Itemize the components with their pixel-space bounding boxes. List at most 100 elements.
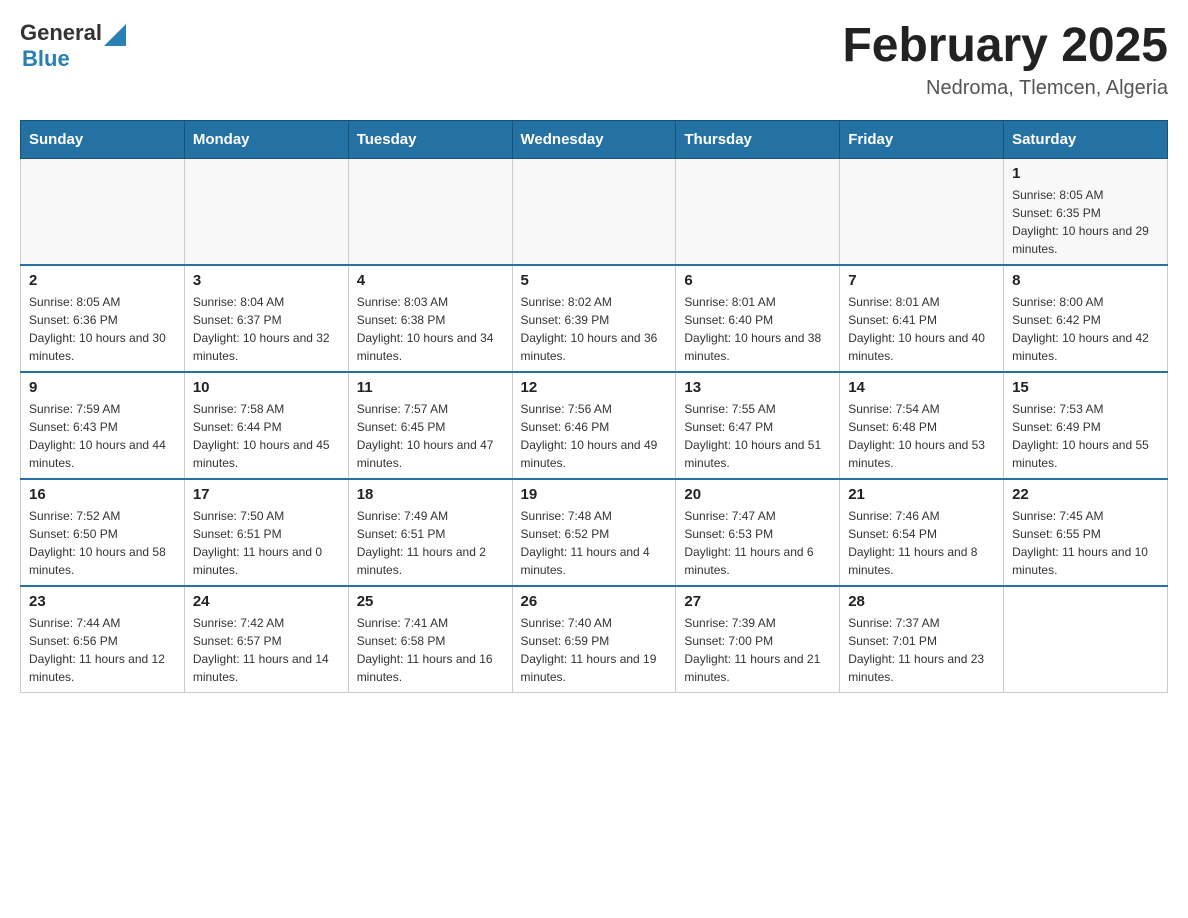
day-number: 20: [684, 486, 831, 503]
calendar-day-cell: 27 Sunrise: 7:39 AMSunset: 7:00 PMDayligh…: [676, 586, 840, 693]
calendar-day-cell: 23Sunrise: 7:44 AMSunset: 6:56 PMDayligh…: [21, 586, 185, 693]
calendar-day-cell: 9Sunrise: 7:59 AMSunset: 6:43 PMDaylight…: [21, 372, 185, 479]
day-detail: Sunrise: 7:45 AMSunset: 6:55 PMDaylight:…: [1012, 507, 1159, 579]
day-number: 16: [29, 486, 176, 503]
calendar-day-cell: 15Sunrise: 7:53 AMSunset: 6:49 PMDayligh…: [1004, 372, 1168, 479]
calendar-day-header: Saturday: [1004, 120, 1168, 158]
day-number: 27: [684, 593, 831, 610]
logo-text-general: General: [20, 20, 102, 46]
day-detail: Sunrise: 8:05 AMSunset: 6:36 PMDaylight:…: [29, 293, 176, 365]
calendar-day-header: Thursday: [676, 120, 840, 158]
calendar-day-header: Monday: [184, 120, 348, 158]
calendar-day-header: Sunday: [21, 120, 185, 158]
day-detail: Sunrise: 7:40 AMSunset: 6:59 PMDaylight:…: [521, 614, 668, 686]
calendar-day-cell: [348, 158, 512, 265]
day-detail: Sunrise: 7:42 AMSunset: 6:57 PMDaylight:…: [193, 614, 340, 686]
calendar-day-cell: 12Sunrise: 7:56 AMSunset: 6:46 PMDayligh…: [512, 372, 676, 479]
day-detail: Sunrise: 7:50 AMSunset: 6:51 PMDaylight:…: [193, 507, 340, 579]
day-number: 22: [1012, 486, 1159, 503]
calendar-week-row: 16 Sunrise: 7:52 AMSunset: 6:50 PMDayligh…: [21, 479, 1168, 586]
calendar-day-cell: [676, 158, 840, 265]
day-detail: Sunrise: 7:54 AMSunset: 6:48 PMDaylight:…: [848, 400, 995, 472]
day-number: 10: [193, 379, 340, 396]
calendar-day-cell: 17 Sunrise: 7:50 AMSunset: 6:51 PMDayligh…: [184, 479, 348, 586]
day-number: 24: [193, 593, 340, 610]
day-number: 28: [848, 593, 995, 610]
calendar-day-cell: 2 Sunrise: 8:05 AMSunset: 6:36 PMDaylight…: [21, 265, 185, 372]
day-number: 17: [193, 486, 340, 503]
day-detail: Sunrise: 7:46 AMSunset: 6:54 PMDaylight:…: [848, 507, 995, 579]
calendar-day-cell: [512, 158, 676, 265]
logo-triangle-icon: [104, 24, 126, 46]
day-number: 2: [29, 272, 176, 289]
day-detail: Sunrise: 8:00 AMSunset: 6:42 PMDaylight:…: [1012, 293, 1159, 365]
calendar-day-cell: 16 Sunrise: 7:52 AMSunset: 6:50 PMDayligh…: [21, 479, 185, 586]
day-detail: Sunrise: 7:53 AMSunset: 6:49 PMDaylight:…: [1012, 400, 1159, 472]
calendar-day-cell: 4Sunrise: 8:03 AMSunset: 6:38 PMDaylight…: [348, 265, 512, 372]
day-number: 6: [684, 272, 831, 289]
day-number: 21: [848, 486, 995, 503]
title-block: February 2025 Nedroma, Tlemcen, Algeria: [842, 20, 1168, 100]
calendar-day-cell: 10 Sunrise: 7:58 AMSunset: 6:44 PMDayligh…: [184, 372, 348, 479]
calendar-day-cell: 28 Sunrise: 7:37 AMSunset: 7:01 PMDayligh…: [840, 586, 1004, 693]
day-detail: Sunrise: 7:41 AMSunset: 6:58 PMDaylight:…: [357, 614, 504, 686]
calendar-day-cell: [21, 158, 185, 265]
calendar-header-row: SundayMondayTuesdayWednesdayThursdayFrid…: [21, 120, 1168, 158]
day-number: 13: [684, 379, 831, 396]
calendar-day-cell: 13 Sunrise: 7:55 AMSunset: 6:47 PMDayligh…: [676, 372, 840, 479]
day-number: 19: [521, 486, 668, 503]
calendar-day-header: Wednesday: [512, 120, 676, 158]
day-detail: Sunrise: 8:01 AMSunset: 6:40 PMDaylight:…: [684, 293, 831, 365]
calendar-day-cell: 1 Sunrise: 8:05 AMSunset: 6:35 PMDaylight…: [1004, 158, 1168, 265]
calendar-week-row: 2 Sunrise: 8:05 AMSunset: 6:36 PMDaylight…: [21, 265, 1168, 372]
calendar-day-cell: 5Sunrise: 8:02 AMSunset: 6:39 PMDaylight…: [512, 265, 676, 372]
logo-icon: General Blue: [20, 20, 126, 72]
page-title: February 2025: [842, 20, 1168, 73]
day-detail: Sunrise: 8:05 AMSunset: 6:35 PMDaylight:…: [1012, 186, 1159, 258]
calendar-day-cell: 21 Sunrise: 7:46 AMSunset: 6:54 PMDayligh…: [840, 479, 1004, 586]
day-detail: Sunrise: 7:55 AMSunset: 6:47 PMDaylight:…: [684, 400, 831, 472]
logo: General Blue: [20, 20, 126, 72]
day-detail: Sunrise: 7:37 AMSunset: 7:01 PMDaylight:…: [848, 614, 995, 686]
day-number: 18: [357, 486, 504, 503]
day-number: 3: [193, 272, 340, 289]
day-detail: Sunrise: 7:57 AMSunset: 6:45 PMDaylight:…: [357, 400, 504, 472]
calendar-day-cell: 25 Sunrise: 7:41 AMSunset: 6:58 PMDayligh…: [348, 586, 512, 693]
day-detail: Sunrise: 7:56 AMSunset: 6:46 PMDaylight:…: [521, 400, 668, 472]
logo-text-blue: Blue: [22, 46, 70, 72]
calendar-week-row: 9Sunrise: 7:59 AMSunset: 6:43 PMDaylight…: [21, 372, 1168, 479]
calendar-day-cell: 20Sunrise: 7:47 AMSunset: 6:53 PMDayligh…: [676, 479, 840, 586]
day-detail: Sunrise: 8:02 AMSunset: 6:39 PMDaylight:…: [521, 293, 668, 365]
day-number: 26: [521, 593, 668, 610]
calendar-day-cell: 19 Sunrise: 7:48 AMSunset: 6:52 PMDayligh…: [512, 479, 676, 586]
day-number: 25: [357, 593, 504, 610]
day-number: 7: [848, 272, 995, 289]
day-number: 1: [1012, 165, 1159, 182]
day-number: 9: [29, 379, 176, 396]
calendar-day-cell: 24 Sunrise: 7:42 AMSunset: 6:57 PMDayligh…: [184, 586, 348, 693]
calendar-day-cell: 8 Sunrise: 8:00 AMSunset: 6:42 PMDaylight…: [1004, 265, 1168, 372]
page-subtitle: Nedroma, Tlemcen, Algeria: [842, 77, 1168, 100]
day-detail: Sunrise: 8:03 AMSunset: 6:38 PMDaylight:…: [357, 293, 504, 365]
day-detail: Sunrise: 7:48 AMSunset: 6:52 PMDaylight:…: [521, 507, 668, 579]
calendar-day-cell: 18 Sunrise: 7:49 AMSunset: 6:51 PMDayligh…: [348, 479, 512, 586]
day-detail: Sunrise: 7:58 AMSunset: 6:44 PMDaylight:…: [193, 400, 340, 472]
calendar-week-row: 23Sunrise: 7:44 AMSunset: 6:56 PMDayligh…: [21, 586, 1168, 693]
calendar-day-cell: 26 Sunrise: 7:40 AMSunset: 6:59 PMDayligh…: [512, 586, 676, 693]
calendar-day-cell: [840, 158, 1004, 265]
calendar-day-cell: [1004, 586, 1168, 693]
calendar-day-cell: 14 Sunrise: 7:54 AMSunset: 6:48 PMDayligh…: [840, 372, 1004, 479]
calendar-day-cell: [184, 158, 348, 265]
day-detail: Sunrise: 7:52 AMSunset: 6:50 PMDaylight:…: [29, 507, 176, 579]
day-detail: Sunrise: 8:01 AMSunset: 6:41 PMDaylight:…: [848, 293, 995, 365]
day-detail: Sunrise: 7:49 AMSunset: 6:51 PMDaylight:…: [357, 507, 504, 579]
calendar-day-cell: 7 Sunrise: 8:01 AMSunset: 6:41 PMDaylight…: [840, 265, 1004, 372]
calendar-table: SundayMondayTuesdayWednesdayThursdayFrid…: [20, 120, 1168, 693]
day-number: 8: [1012, 272, 1159, 289]
day-detail: Sunrise: 7:39 AMSunset: 7:00 PMDaylight:…: [684, 614, 831, 686]
day-detail: Sunrise: 8:04 AMSunset: 6:37 PMDaylight:…: [193, 293, 340, 365]
calendar-day-cell: 3 Sunrise: 8:04 AMSunset: 6:37 PMDaylight…: [184, 265, 348, 372]
day-number: 11: [357, 379, 504, 396]
day-number: 14: [848, 379, 995, 396]
calendar-day-cell: 11 Sunrise: 7:57 AMSunset: 6:45 PMDayligh…: [348, 372, 512, 479]
